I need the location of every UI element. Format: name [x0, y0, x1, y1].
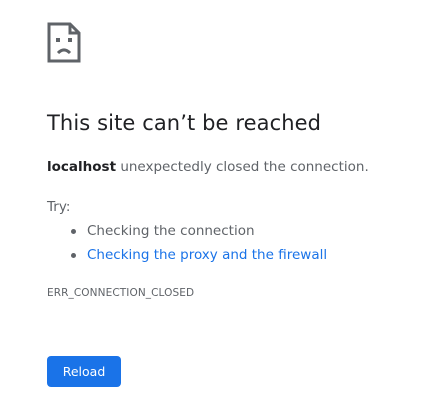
error-code: ERR_CONNECTION_CLOSED: [47, 287, 195, 299]
page-title: This site can’t be reached: [47, 111, 322, 135]
try-label: Try:: [47, 199, 71, 215]
suggestions-list: Checking the connection Checking the pro…: [47, 221, 327, 269]
suggestion-check-proxy-firewall[interactable]: Checking the proxy and the firewall: [47, 245, 327, 269]
error-message: unexpectedly closed the connection.: [116, 159, 369, 175]
proxy-firewall-link[interactable]: Checking the proxy and the firewall: [87, 247, 327, 263]
error-summary: localhost unexpectedly closed the connec…: [47, 159, 369, 175]
host-name: localhost: [47, 159, 117, 175]
reload-button[interactable]: Reload: [47, 356, 121, 387]
error-page: This site can’t be reached localhost une…: [0, 0, 440, 419]
suggestion-check-connection: Checking the connection: [47, 221, 327, 245]
sad-page-icon: [47, 22, 81, 63]
